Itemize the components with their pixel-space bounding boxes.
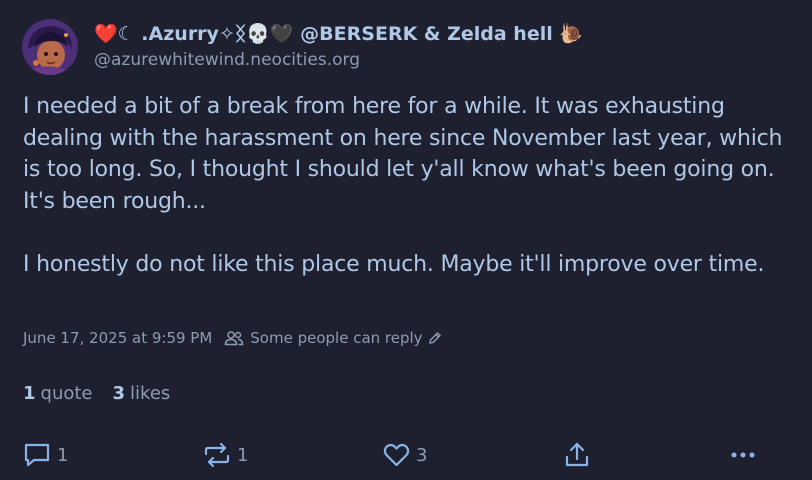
reply-count: 1 [57,444,69,466]
like-count: 3 [416,444,428,466]
likes-count: 3 [112,383,126,404]
likes-label: likes [130,383,171,404]
display-name-text: ❤️☾ .Azurry✧ᛝ💀🖤 @BERSERK & Zelda hell [94,23,553,45]
likes-count-link[interactable]: 3 likes [113,383,171,404]
more-icon [731,452,755,458]
post-timestamp[interactable]: June 17, 2025 at 9:59 PM [23,329,212,347]
quotes-count-link[interactable]: 1 quote [23,383,93,404]
snail-emoji: 🐌 [559,23,584,45]
author-names: ❤️☾ .Azurry✧ᛝ💀🖤 @BERSERK & Zelda hell 🐌 … [94,21,583,71]
quotes-count: 1 [23,383,36,404]
more-options-button[interactable] [730,442,756,468]
share-button[interactable] [564,441,590,469]
post-meta: June 17, 2025 at 9:59 PM Some people can… [23,329,448,347]
reply-button[interactable]: 1 [23,442,68,468]
like-button[interactable]: 3 [383,442,427,468]
post-actions: 1 1 3 [0,438,812,472]
post-paragraph-1: I needed a bit of a break from here for … [23,94,790,214]
heart-icon [383,443,410,467]
quotes-label: quote [40,383,93,404]
reply-setting-label: Some people can reply [250,329,423,347]
engagement-counts: 1 quote 3 likes [23,383,190,404]
author-display-name[interactable]: ❤️☾ .Azurry✧ᛝ💀🖤 @BERSERK & Zelda hell 🐌 [94,21,583,47]
post-paragraph-2: I honestly do not like this place much. … [23,251,765,277]
reply-setting[interactable]: Some people can reply [224,329,447,347]
repost-icon [204,442,230,468]
people-icon [225,331,244,346]
author-handle[interactable]: @azurewhitewind.neocities.org [94,49,583,71]
post-header: ❤️☾ .Azurry✧ᛝ💀🖤 @BERSERK & Zelda hell 🐌 … [22,19,583,75]
share-icon [565,442,589,467]
post-thread-item: ❤️☾ .Azurry✧ᛝ💀🖤 @BERSERK & Zelda hell 🐌 … [0,0,812,480]
pencil-icon[interactable] [428,331,448,345]
avatar[interactable] [22,19,78,75]
comment-icon [24,443,50,467]
repost-button[interactable]: 1 [203,442,248,468]
repost-count: 1 [237,444,249,466]
post-body: I needed a bit of a break from here for … [23,91,793,280]
